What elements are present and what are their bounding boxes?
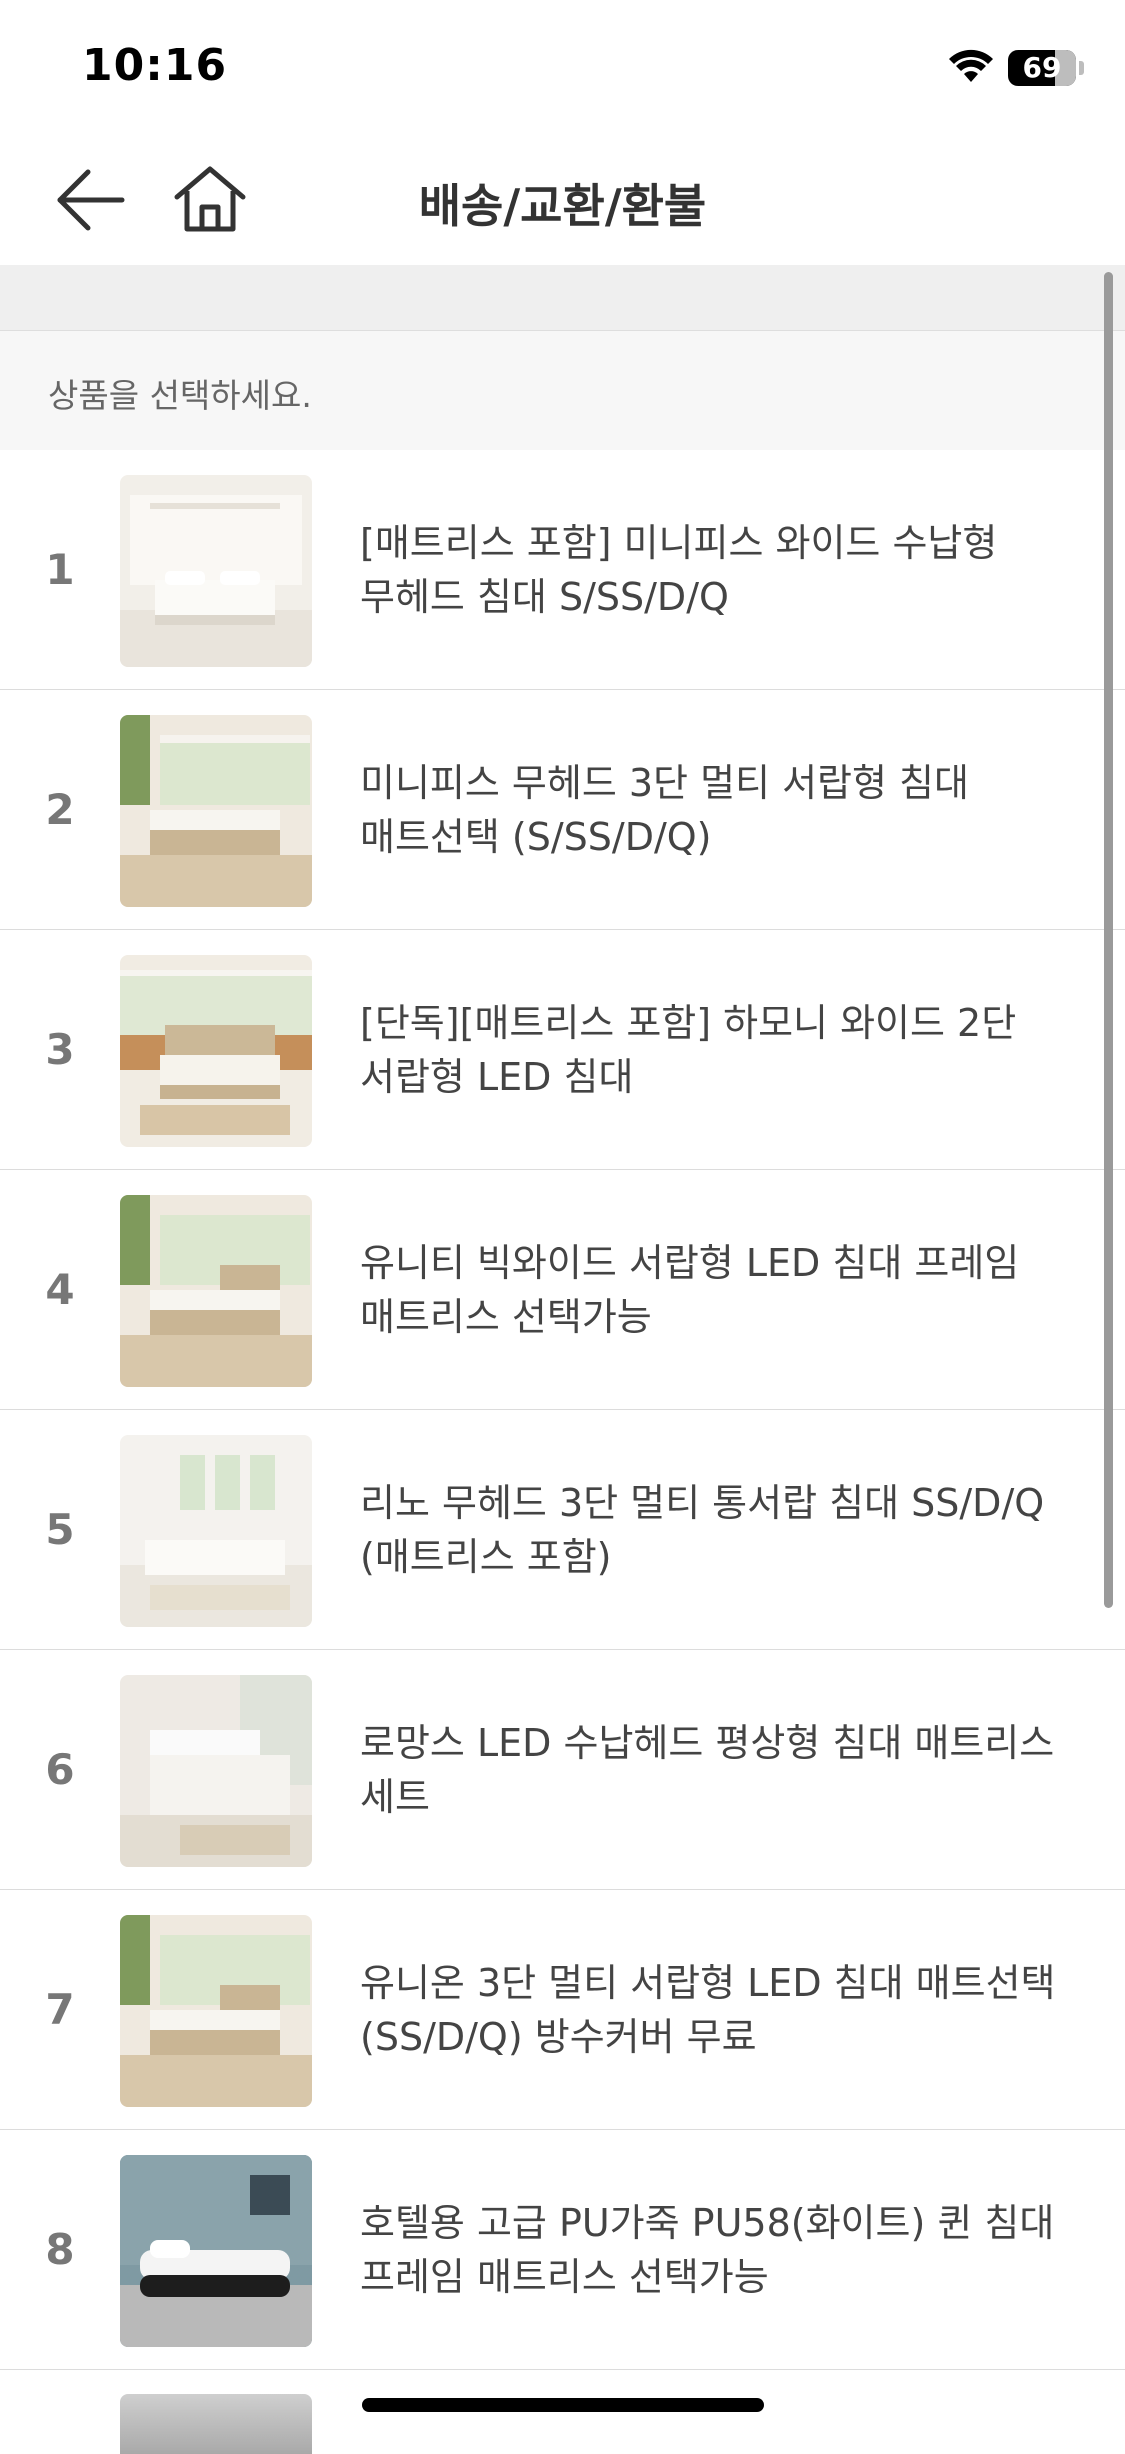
product-thumbnail [120,1435,312,1627]
product-row[interactable]: 1 [매트리스 포함] 미니피스 와이드 수납형 무헤드 침대 S/SS/D/Q [0,450,1125,690]
battery-cap [1079,61,1084,75]
instruction-text: 상품을 선택하세요. [48,376,312,415]
scrollbar[interactable] [1104,272,1113,1608]
product-row-partial[interactable] [0,2390,1125,2454]
row-number: 4 [45,1265,75,1314]
product-name: [매트리스 포함] 미니피스 와이드 수납형 무헤드 침대 S/SS/D/Q [360,520,998,619]
row-number: 7 [45,1985,75,2034]
product-row[interactable]: 4 유니티 빅와이드 서랍형 LED 침대 프레임 매트리스 선택가능 [0,1170,1125,1410]
battery-level: 69 [1022,51,1062,84]
section-spacer [0,265,1125,331]
product-thumbnail [120,1675,312,1867]
product-thumbnail [120,1195,312,1387]
product-thumbnail [120,1915,312,2107]
product-thumbnail [120,2394,312,2454]
product-row[interactable]: 3 [단독][매트리스 포함] 하모니 와이드 2단 서랍형 LED 침대 [0,930,1125,1170]
row-number: 6 [45,1745,75,1794]
home-indicator[interactable] [362,2398,764,2412]
product-name: 리노 무헤드 3단 멀티 통서랍 침대 SS/D/Q (매트리스 포함) [360,1480,1045,1579]
product-row[interactable]: 5 리노 무헤드 3단 멀티 통서랍 침대 SS/D/Q (매트리스 포함) [0,1410,1125,1650]
status-bar: 10:16 69 [0,0,1125,130]
product-name: 유니온 3단 멀티 서랍형 LED 침대 매트선택 (SS/D/Q) 방수커버 … [360,1960,1056,2059]
product-thumbnail [120,715,312,907]
row-number: 2 [45,785,75,834]
instruction-bar: 상품을 선택하세요. [0,331,1125,451]
product-name: [단독][매트리스 포함] 하모니 와이드 2단 서랍형 LED 침대 [360,1000,1017,1099]
wifi-icon [949,49,993,82]
row-number: 8 [45,2225,75,2274]
nav-bar: 배송/교환/환불 [0,130,1125,266]
product-thumbnail [120,475,312,667]
row-number: 3 [45,1025,75,1074]
product-row[interactable]: 8 호텔용 고급 PU가죽 PU58(화이트) 퀸 침대 프레임 매트리스 선택… [0,2130,1125,2370]
row-number: 1 [45,545,75,594]
product-thumbnail [120,2155,312,2347]
product-thumbnail [120,955,312,1147]
product-row[interactable]: 6 로망스 LED 수납헤드 평상형 침대 매트리스 세트 [0,1650,1125,1890]
battery-icon: 69 [1008,50,1076,86]
product-row[interactable]: 2 미니피스 무헤드 3단 멀티 서랍형 침대 매트선택 (S/SS/D/Q) [0,690,1125,930]
row-number: 5 [45,1505,75,1554]
status-time: 10:16 [82,40,228,91]
page-title: 배송/교환/환불 [418,179,707,233]
product-name: 호텔용 고급 PU가죽 PU58(화이트) 퀸 침대 프레임 매트리스 선택가능 [360,2200,1055,2299]
product-list: 1 [매트리스 포함] 미니피스 와이드 수납형 무헤드 침대 S/SS/D/Q… [0,450,1125,2370]
product-name: 미니피스 무헤드 3단 멀티 서랍형 침대 매트선택 (S/SS/D/Q) [360,760,969,859]
product-name: 로망스 LED 수납헤드 평상형 침대 매트리스 세트 [360,1720,1055,1819]
product-name: 유니티 빅와이드 서랍형 LED 침대 프레임 매트리스 선택가능 [360,1240,1020,1339]
product-row[interactable]: 7 유니온 3단 멀티 서랍형 LED 침대 매트선택 (SS/D/Q) 방수커… [0,1890,1125,2130]
